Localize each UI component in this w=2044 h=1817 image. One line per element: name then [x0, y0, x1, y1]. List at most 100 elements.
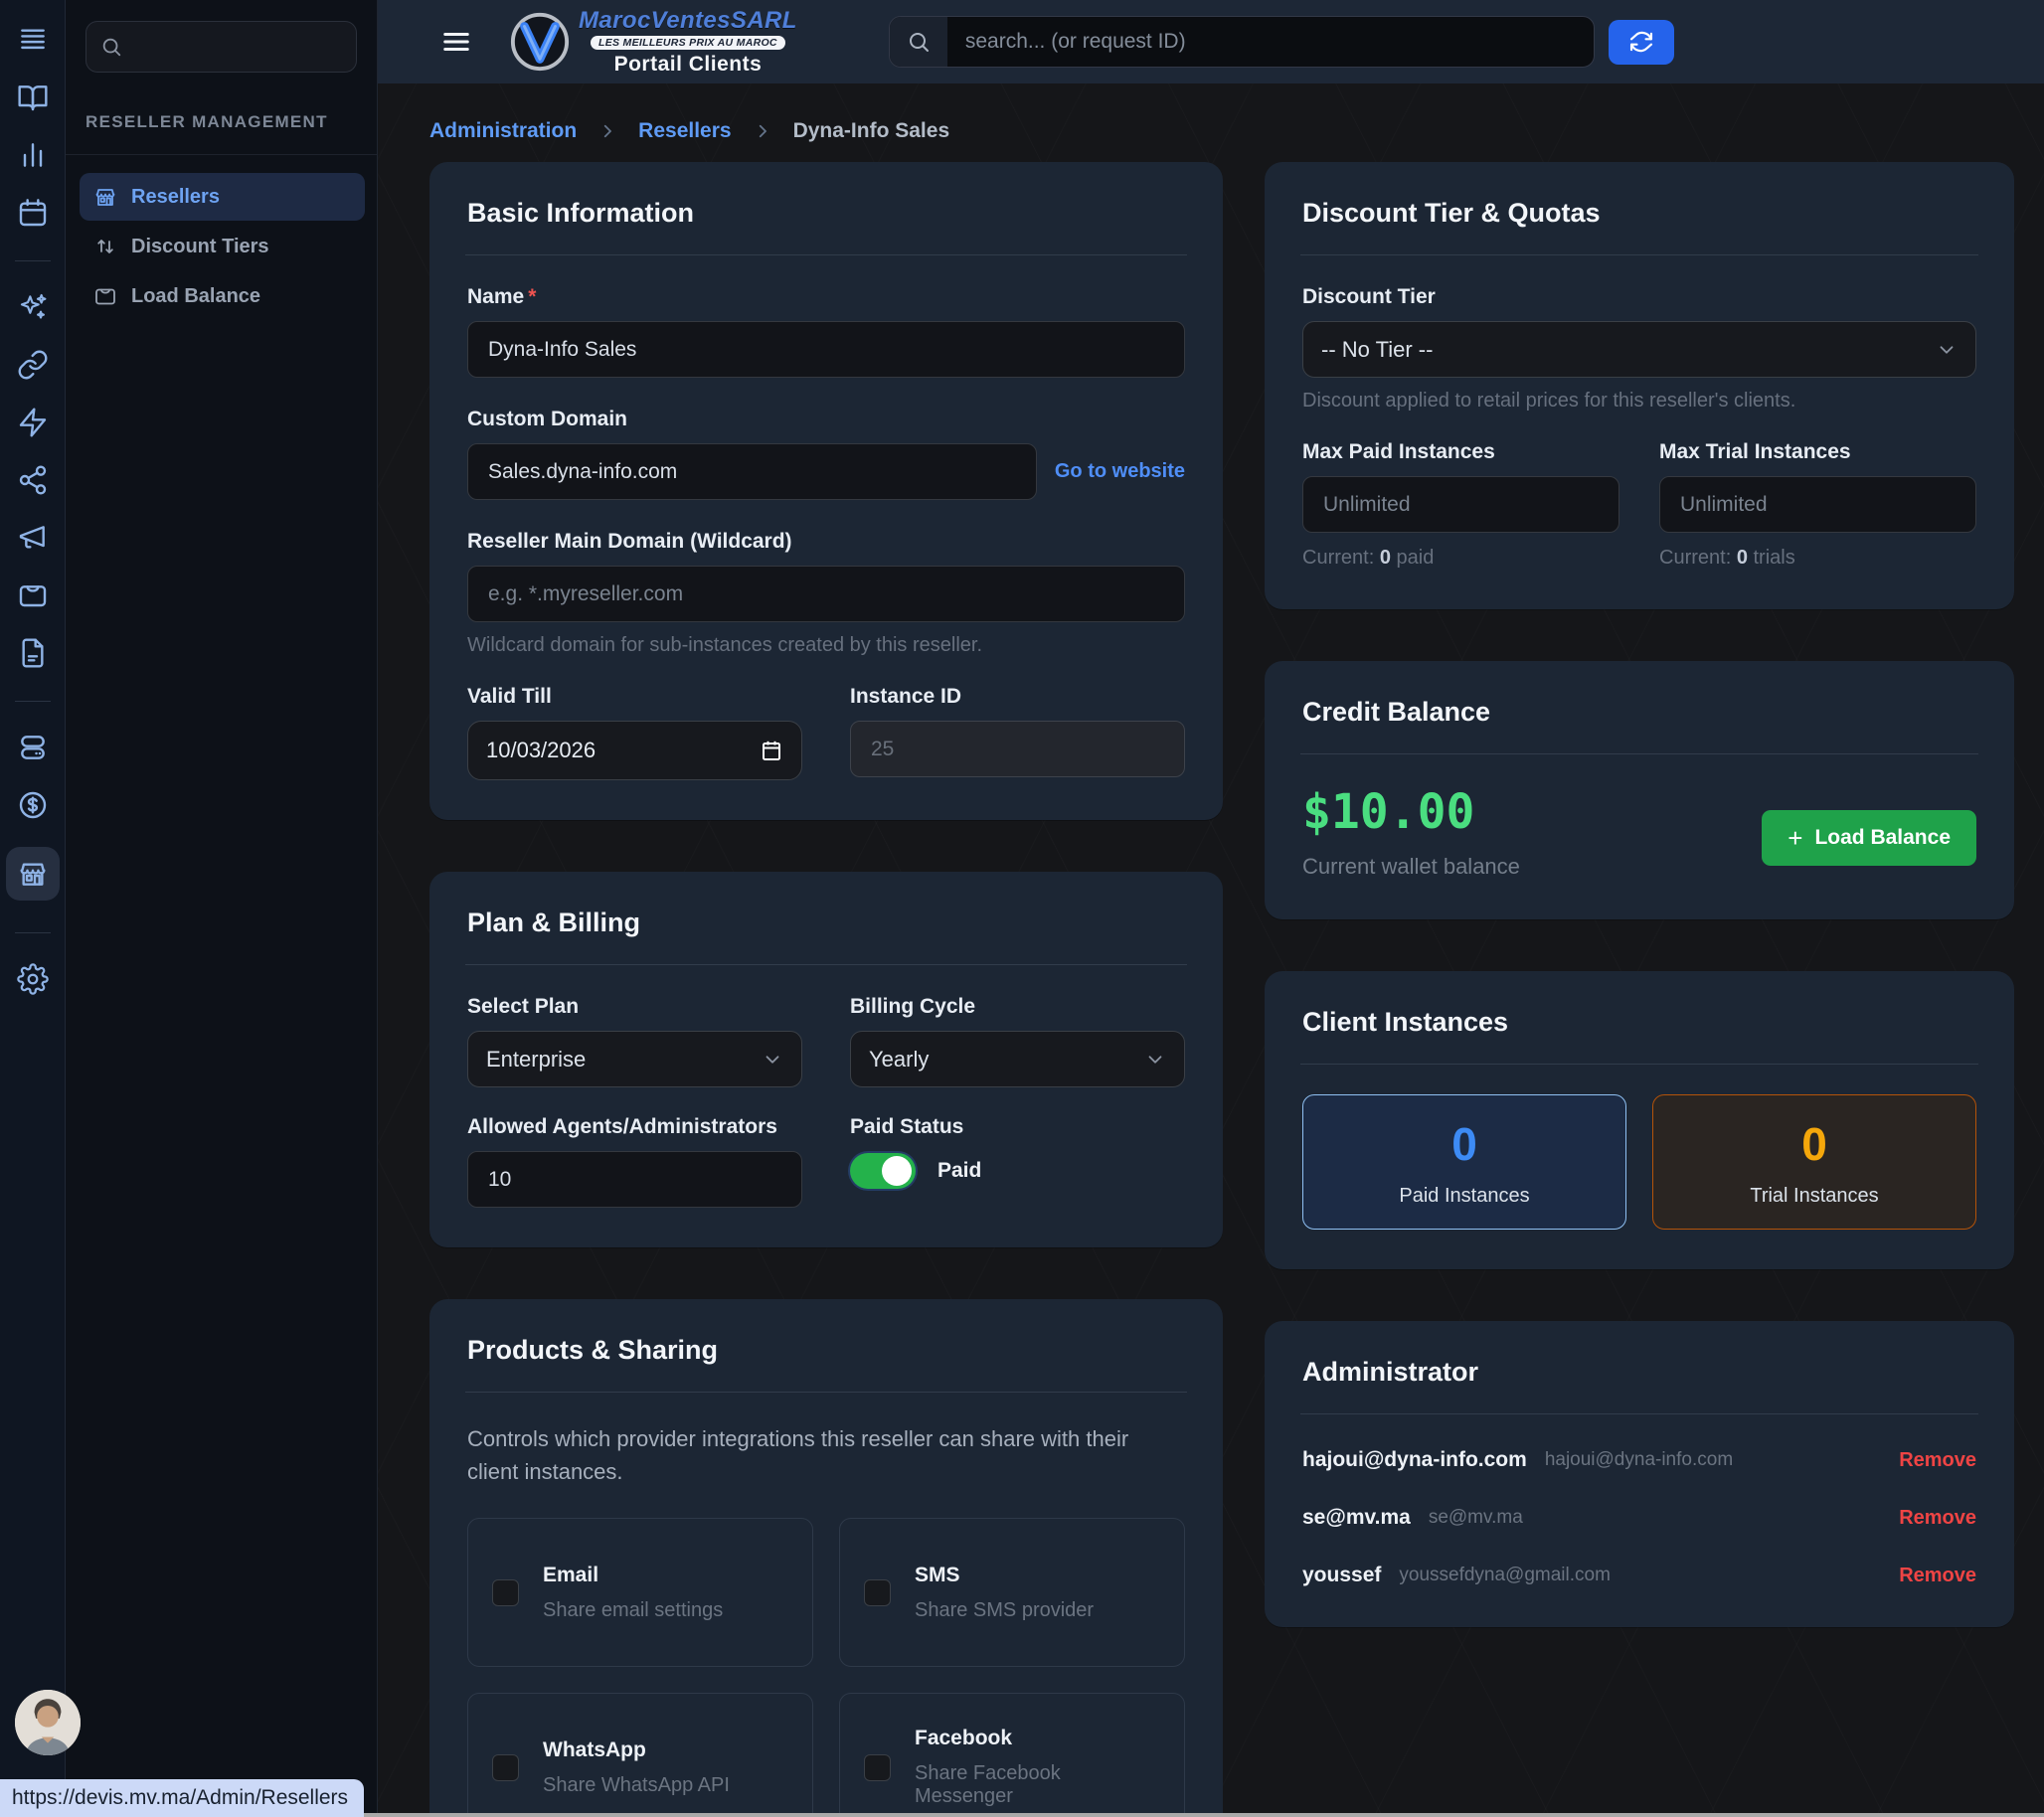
- trial-instances-count: 0: [1801, 1117, 1827, 1171]
- valid-till-value: 10/03/2026: [486, 738, 596, 763]
- sidebar-section-title: RESELLER MANAGEMENT: [85, 112, 377, 132]
- allowed-agents-input[interactable]: [467, 1151, 802, 1208]
- admin-email: hajoui@dyna-info.com: [1545, 1449, 1733, 1471]
- admin-row: se@mv.ma se@mv.ma Remove: [1302, 1506, 1976, 1530]
- admin-name: hajoui@dyna-info.com: [1302, 1448, 1527, 1472]
- card-title: Basic Information: [467, 198, 1185, 229]
- product-title: Email: [543, 1564, 723, 1587]
- max-paid-label: Max Paid Instances: [1302, 440, 1619, 464]
- sidebar-search[interactable]: [85, 21, 357, 73]
- logo-brand-text: MarocVentes: [579, 7, 731, 34]
- product-option-sms[interactable]: SMS Share SMS provider: [839, 1518, 1185, 1667]
- product-option-facebook[interactable]: Facebook Share Facebook Messenger: [839, 1693, 1185, 1817]
- admin-name: se@mv.ma: [1302, 1506, 1411, 1530]
- wildcard-domain-input[interactable]: [467, 566, 1185, 622]
- product-title: SMS: [915, 1564, 1094, 1587]
- product-option-whatsapp[interactable]: WhatsApp Share WhatsApp API: [467, 1693, 813, 1817]
- email-checkbox[interactable]: [492, 1579, 519, 1606]
- remove-admin-link[interactable]: Remove: [1899, 1507, 1976, 1530]
- max-paid-input[interactable]: [1302, 476, 1619, 533]
- user-avatar[interactable]: [15, 1690, 81, 1755]
- plan-billing-card: Plan & Billing Select Plan Enterprise Bi…: [429, 872, 1223, 1247]
- logo-emblem-icon: [509, 11, 571, 73]
- gear-icon[interactable]: [17, 963, 49, 995]
- wallet-icon[interactable]: [17, 579, 49, 611]
- sidebar-item-label: Discount Tiers: [131, 236, 269, 258]
- rail-divider: [15, 701, 51, 702]
- breadcrumb-current: Dyna-Info Sales: [793, 119, 950, 143]
- zap-icon[interactable]: [17, 407, 49, 438]
- breadcrumb: Administration Resellers Dyna-Info Sales: [429, 119, 949, 143]
- billing-cycle-dropdown[interactable]: Yearly: [850, 1031, 1185, 1087]
- go-to-website-link[interactable]: Go to website: [1055, 460, 1185, 483]
- paid-toggle-label: Paid: [937, 1159, 981, 1183]
- name-label: Name*: [467, 285, 1185, 309]
- credit-balance-card: Credit Balance $10.00 Current wallet bal…: [1265, 661, 2014, 919]
- products-sharing-card: Products & Sharing Controls which provid…: [429, 1299, 1223, 1817]
- calendar-icon[interactable]: [760, 739, 783, 762]
- custom-domain-input[interactable]: [467, 443, 1037, 500]
- rail-item-resellers[interactable]: [6, 847, 60, 901]
- refresh-button[interactable]: [1609, 20, 1674, 65]
- logo-badge-text: LES MEILLEURS PRIX AU MAROC: [591, 36, 785, 51]
- refresh-icon: [1628, 29, 1654, 55]
- name-input[interactable]: [467, 321, 1185, 378]
- menu-lines-icon[interactable]: [17, 24, 49, 56]
- chevron-down-icon: [1936, 339, 1958, 361]
- sparkles-icon[interactable]: [17, 291, 49, 323]
- chevron-right-icon: [598, 122, 616, 140]
- calendar-icon[interactable]: [17, 197, 49, 229]
- administrator-card: Administrator hajoui@dyna-info.com hajou…: [1265, 1321, 2014, 1627]
- wallet-icon: [93, 284, 117, 308]
- discount-tier-card: Discount Tier & Quotas Discount Tier -- …: [1265, 162, 2014, 609]
- card-divider: [465, 254, 1187, 255]
- share-icon[interactable]: [17, 464, 49, 496]
- book-open-icon[interactable]: [17, 82, 49, 113]
- breadcrumb-administration[interactable]: Administration: [429, 119, 577, 143]
- breadcrumb-resellers[interactable]: Resellers: [638, 119, 731, 143]
- sidebar-item-label: Load Balance: [131, 285, 260, 308]
- hamburger-menu-icon[interactable]: [441, 27, 471, 57]
- sidebar-item-discount-tiers[interactable]: Discount Tiers: [80, 223, 365, 270]
- select-plan-value: Enterprise: [486, 1047, 586, 1073]
- sms-checkbox[interactable]: [864, 1579, 891, 1606]
- sidebar-item-load-balance[interactable]: Load Balance: [80, 272, 365, 320]
- remove-admin-link[interactable]: Remove: [1899, 1565, 1976, 1587]
- top-header: MarocVentesSARL LES MEILLEURS PRIX AU MA…: [378, 0, 2044, 83]
- whatsapp-checkbox[interactable]: [492, 1754, 519, 1781]
- current-trial-line: Current: 0 trials: [1659, 547, 1976, 570]
- bar-chart-icon[interactable]: [17, 139, 49, 171]
- sidebar-item-resellers[interactable]: Resellers: [80, 173, 365, 221]
- discount-tier-dropdown[interactable]: -- No Tier --: [1302, 321, 1976, 378]
- main-content: Administration Resellers Dyna-Info Sales…: [378, 83, 2044, 1817]
- dollar-circle-icon[interactable]: [17, 789, 49, 821]
- product-option-email[interactable]: Email Share email settings: [467, 1518, 813, 1667]
- facebook-checkbox[interactable]: [864, 1754, 891, 1781]
- server-icon[interactable]: [17, 732, 49, 763]
- valid-till-input[interactable]: 10/03/2026: [467, 721, 802, 780]
- discount-tier-label: Discount Tier: [1302, 285, 1976, 309]
- load-balance-button[interactable]: + Load Balance: [1762, 810, 1976, 866]
- max-trial-input[interactable]: [1659, 476, 1976, 533]
- paid-status-toggle[interactable]: [850, 1153, 916, 1189]
- plus-icon: +: [1788, 825, 1802, 851]
- chevron-down-icon: [1144, 1049, 1166, 1071]
- current-trial-count: 0: [1737, 547, 1748, 569]
- link-icon[interactable]: [17, 349, 49, 381]
- global-search[interactable]: [889, 16, 1595, 68]
- product-title: Facebook: [915, 1727, 1160, 1750]
- paid-instances-label: Paid Instances: [1399, 1185, 1529, 1208]
- megaphone-icon[interactable]: [17, 522, 49, 554]
- paid-instances-stat[interactable]: 0 Paid Instances: [1302, 1094, 1626, 1230]
- remove-admin-link[interactable]: Remove: [1899, 1449, 1976, 1472]
- sidebar-search-input[interactable]: [132, 35, 342, 59]
- trial-instances-label: Trial Instances: [1750, 1185, 1878, 1208]
- admin-row: hajoui@dyna-info.com hajoui@dyna-info.co…: [1302, 1448, 1976, 1472]
- select-plan-dropdown[interactable]: Enterprise: [467, 1031, 802, 1087]
- allowed-agents-label: Allowed Agents/Administrators: [467, 1115, 802, 1139]
- instance-id-input: [850, 721, 1185, 777]
- billing-cycle-value: Yearly: [869, 1047, 929, 1073]
- trial-instances-stat[interactable]: 0 Trial Instances: [1652, 1094, 1976, 1230]
- global-search-input[interactable]: [947, 30, 1594, 54]
- file-text-icon[interactable]: [17, 637, 49, 669]
